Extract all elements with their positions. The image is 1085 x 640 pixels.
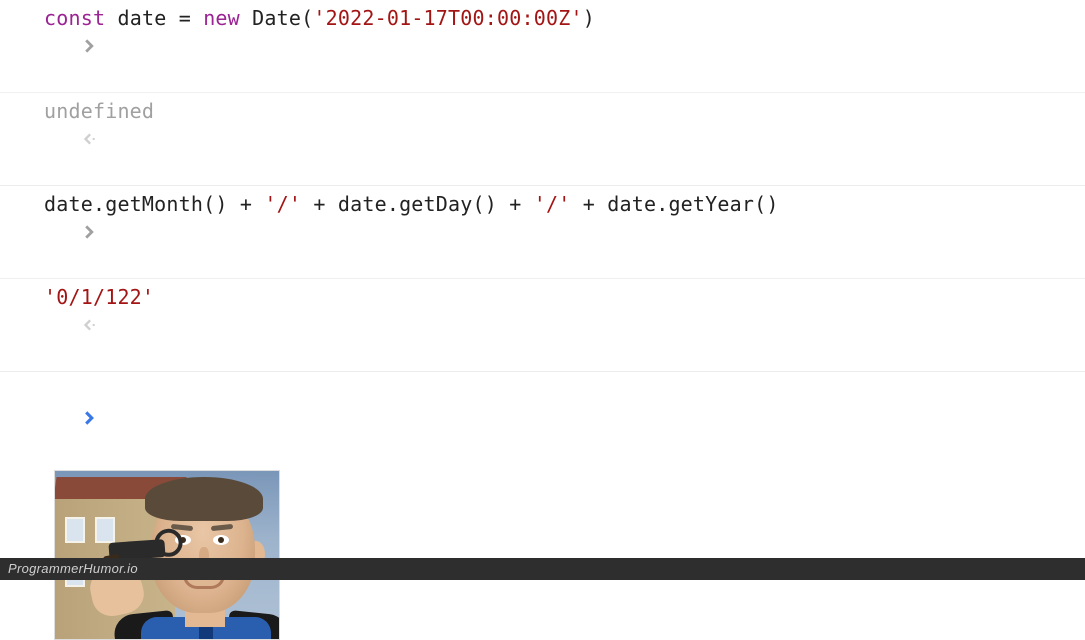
console-input-row[interactable]: const date = new Date('2022-01-17T00:00:… (0, 0, 1085, 93)
meme-image (54, 470, 280, 640)
chevron-left-dot-icon (10, 97, 44, 181)
console-output-row: '0/1/122' (0, 279, 1085, 372)
console-code: const date = new Date('2022-01-17T00:00:… (44, 4, 1075, 32)
console-prompt-row[interactable] (0, 372, 1085, 464)
console-result: undefined (44, 97, 1075, 125)
chevron-right-active-icon (10, 376, 44, 460)
devtools-console[interactable]: const date = new Date('2022-01-17T00:00:… (0, 0, 1085, 464)
console-output-row: undefined (0, 93, 1085, 186)
console-result: '0/1/122' (44, 283, 1075, 311)
watermark-footer: ProgrammerHumor.io (0, 558, 1085, 580)
watermark-text: ProgrammerHumor.io (8, 561, 138, 576)
chevron-left-dot-icon (10, 283, 44, 367)
chevron-right-icon (10, 4, 44, 88)
chevron-right-icon (10, 190, 44, 274)
console-code: date.getMonth() + '/' + date.getDay() + … (44, 190, 1075, 218)
console-input-row[interactable]: date.getMonth() + '/' + date.getDay() + … (0, 186, 1085, 279)
